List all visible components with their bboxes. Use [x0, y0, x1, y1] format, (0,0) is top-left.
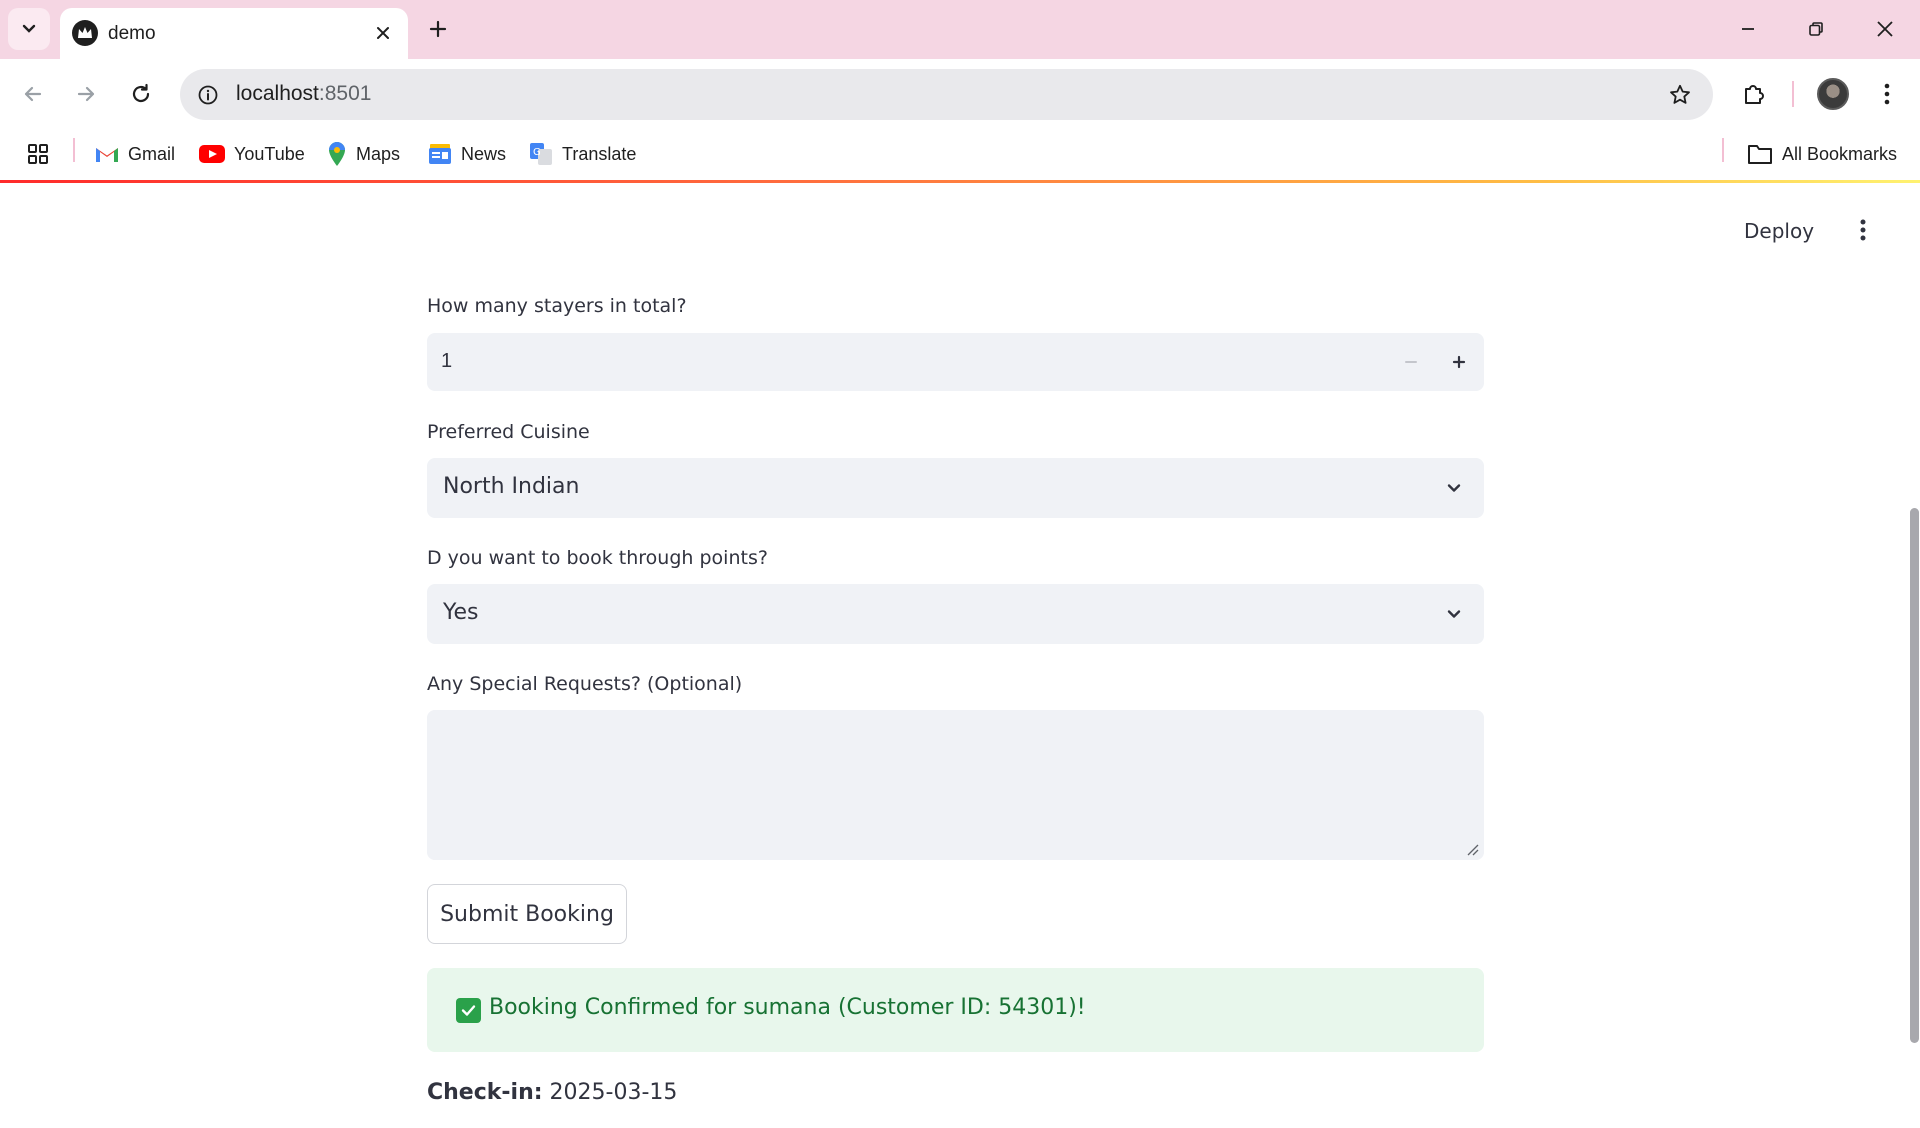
resize-handle-icon[interactable]	[1465, 842, 1479, 856]
browser-tab-bar: demo	[0, 0, 1920, 59]
cuisine-select[interactable]: North Indian	[427, 458, 1484, 518]
all-bookmarks-button[interactable]: All Bookmarks	[1747, 138, 1897, 170]
bookmark-translate[interactable]: G Translate	[529, 138, 636, 170]
puzzle-icon	[1745, 85, 1764, 104]
chevron-down-icon	[1442, 602, 1466, 626]
new-tab-button[interactable]	[420, 11, 456, 47]
tab-search-button[interactable]	[8, 8, 50, 50]
scrollbar-thumb[interactable]	[1910, 508, 1919, 1043]
svg-text:G: G	[533, 147, 541, 158]
success-message: Booking Confirmed for sumana (Customer I…	[489, 995, 1086, 1020]
stayers-label: How many stayers in total?	[427, 295, 687, 317]
chevron-down-icon	[1442, 476, 1466, 500]
arrow-right-icon	[77, 86, 95, 102]
minimize-icon	[1742, 28, 1754, 30]
site-info-icon[interactable]	[194, 81, 222, 109]
arrow-left-icon	[24, 86, 42, 102]
increment-button[interactable]	[1435, 333, 1483, 391]
close-icon	[1877, 21, 1893, 37]
points-select[interactable]: Yes	[427, 584, 1484, 644]
tab-close-button[interactable]	[368, 18, 398, 48]
url-text: localhost:8501	[236, 82, 372, 105]
points-selected-value: Yes	[443, 600, 479, 625]
success-alert: Booking Confirmed for sumana (Customer I…	[427, 968, 1484, 1052]
submit-booking-button[interactable]: Submit Booking	[427, 884, 627, 944]
minimize-button[interactable]	[1720, 8, 1776, 50]
requests-textarea-wrapper	[427, 710, 1484, 860]
youtube-icon	[199, 145, 225, 163]
more-vertical-icon	[1860, 219, 1866, 241]
minus-icon	[1405, 361, 1417, 363]
bookmark-news[interactable]: News	[428, 138, 506, 170]
chevron-down-icon	[22, 24, 36, 33]
restore-button[interactable]	[1788, 8, 1844, 50]
profile-button[interactable]	[1812, 73, 1854, 115]
bookmark-maps[interactable]: Maps	[327, 138, 400, 170]
plus-icon	[429, 20, 447, 38]
stayers-value[interactable]: 1	[441, 350, 452, 373]
avatar	[1817, 78, 1849, 110]
deploy-button[interactable]: Deploy	[1744, 219, 1814, 243]
checkin-value: 2025-03-15	[549, 1080, 678, 1105]
gmail-icon	[96, 148, 118, 162]
bookmark-label: Translate	[562, 143, 637, 164]
reload-icon	[132, 83, 150, 103]
requests-label: Any Special Requests? (Optional)	[427, 673, 743, 695]
app-main: Deploy How many stayers in total? 1 Pref…	[0, 183, 1920, 1128]
bookmark-label: Gmail	[128, 143, 176, 164]
close-icon	[377, 27, 389, 39]
address-bar[interactable]: localhost:8501	[180, 69, 1713, 120]
bookmark-youtube[interactable]: YouTube	[199, 138, 305, 170]
cuisine-label: Preferred Cuisine	[427, 421, 590, 443]
bookmark-star-icon[interactable]	[1665, 80, 1695, 110]
browser-menu-button[interactable]	[1866, 73, 1908, 115]
bookmark-label: YouTube	[234, 143, 305, 164]
points-label: D you want to book through points?	[427, 547, 768, 569]
decrement-button[interactable]	[1387, 333, 1435, 391]
bookmark-gmail[interactable]: Gmail	[95, 138, 175, 170]
requests-textarea[interactable]	[427, 710, 1484, 860]
forward-button[interactable]	[65, 73, 107, 115]
reload-button[interactable]	[120, 73, 162, 115]
extensions-button[interactable]	[1733, 73, 1775, 115]
bookmark-divider	[73, 138, 75, 162]
all-bookmarks-label: All Bookmarks	[1782, 143, 1898, 164]
translate-icon: G	[530, 143, 552, 165]
browser-tab[interactable]: demo	[60, 8, 408, 59]
checkin-line: Check-in: 2025-03-15	[427, 1080, 677, 1105]
maps-icon	[329, 142, 345, 166]
toolbar-divider	[1792, 81, 1794, 107]
browser-toolbar: localhost:8501	[0, 59, 1920, 130]
bookmarks-bar: Gmail YouTube Maps News G Translate All …	[0, 130, 1920, 180]
checkin-label: Check-in:	[427, 1080, 543, 1105]
folder-icon	[1748, 145, 1772, 164]
apps-button[interactable]	[26, 138, 50, 170]
bookmark-label: News	[461, 143, 507, 164]
restore-icon	[1809, 22, 1823, 36]
close-window-button[interactable]	[1857, 8, 1913, 50]
news-icon	[429, 144, 451, 164]
app-menu-button[interactable]	[1846, 213, 1880, 247]
tab-title: demo	[108, 23, 156, 44]
cuisine-selected-value: North Indian	[443, 474, 580, 499]
bookmark-divider	[1722, 138, 1724, 162]
plus-icon	[1452, 355, 1466, 369]
back-button[interactable]	[12, 73, 54, 115]
streamlit-favicon-icon	[72, 20, 98, 46]
stayers-number-input[interactable]: 1	[427, 333, 1484, 391]
more-vertical-icon	[1884, 83, 1890, 105]
bookmark-label: Maps	[356, 143, 401, 164]
apps-grid-icon	[28, 144, 48, 164]
check-box-icon	[456, 998, 481, 1023]
